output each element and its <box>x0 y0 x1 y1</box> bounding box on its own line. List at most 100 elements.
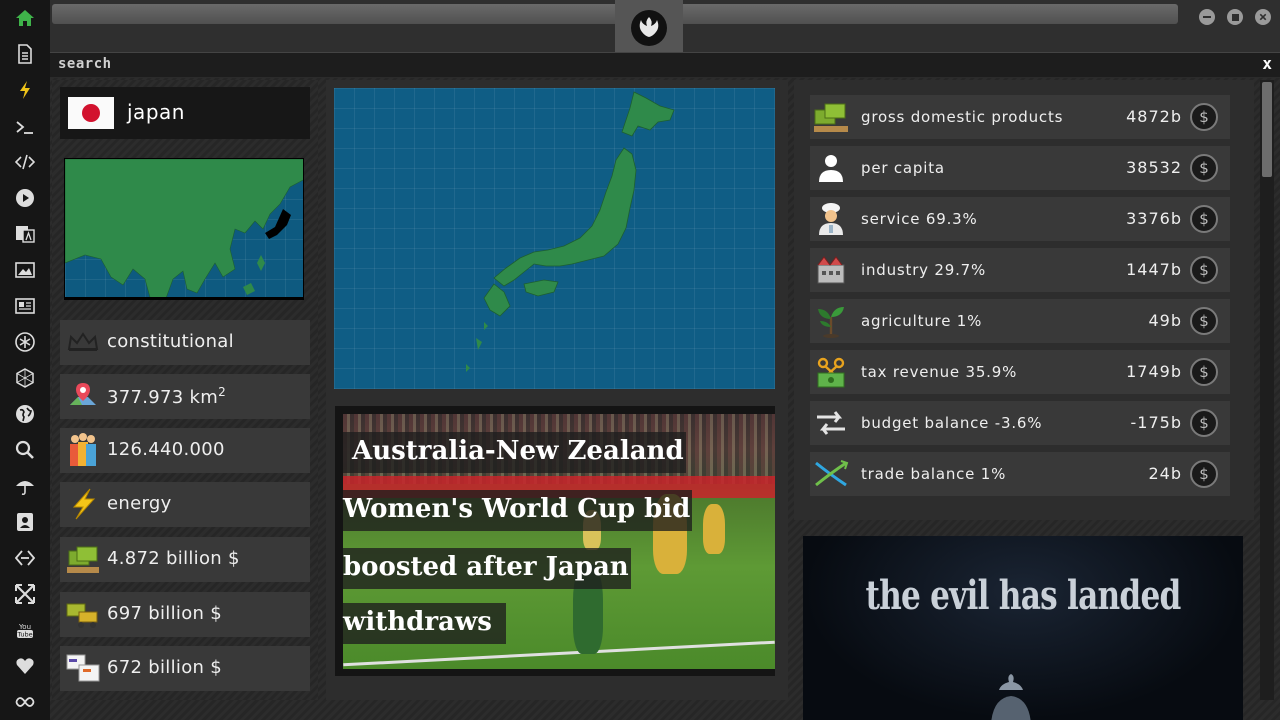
dollar-coin-icon[interactable]: $ <box>1190 103 1218 131</box>
home-icon[interactable] <box>13 6 37 30</box>
search-icon[interactable] <box>13 438 37 462</box>
asia-land-shape <box>65 159 303 297</box>
dollar-coin-icon[interactable]: $ <box>1190 358 1218 386</box>
globe-icon[interactable] <box>13 402 37 426</box>
news-headline-line-4[interactable]: withdraws <box>343 603 506 645</box>
scrollbar-thumb[interactable] <box>1262 82 1272 177</box>
crown-icon <box>64 324 102 360</box>
economy-row[interactable]: service 69.3% 3376b $ <box>810 197 1230 241</box>
hexagon-icon[interactable] <box>13 366 37 390</box>
economy-row[interactable]: budget balance -3.6% -175b $ <box>810 401 1230 445</box>
economy-label: agriculture 1% <box>861 312 983 330</box>
dollar-coin-icon[interactable]: $ <box>1190 307 1218 335</box>
expand-arrows-icon[interactable] <box>13 582 37 606</box>
economy-label: service 69.3% <box>861 210 978 228</box>
factory-icon <box>812 251 850 289</box>
economy-label: tax revenue 35.9% <box>861 363 1018 381</box>
infinity-icon[interactable] <box>13 690 37 714</box>
metric-2-row[interactable]: 697 billion $ <box>60 592 310 637</box>
search-label: search <box>58 56 112 72</box>
economy-scrollbar[interactable] <box>1260 80 1274 700</box>
news-headline-line-1[interactable]: Australia-New Zealand <box>343 432 686 474</box>
person-icon <box>812 149 850 187</box>
metric-2-text: 697 billion $ <box>107 603 223 624</box>
economy-value: 49b <box>1148 311 1182 330</box>
scissors-money-icon <box>812 353 850 391</box>
economy-row[interactable]: gross domestic products 4872b $ <box>810 95 1230 139</box>
newspaper-icon[interactable] <box>13 294 37 318</box>
code-icon[interactable] <box>13 150 37 174</box>
link-diamond-icon[interactable] <box>13 546 37 570</box>
promo-banner[interactable]: the evil has landed <box>803 536 1243 720</box>
close-window-button[interactable] <box>1255 9 1271 25</box>
terminal-icon[interactable] <box>13 115 37 139</box>
contact-card-icon[interactable] <box>13 510 37 534</box>
news-headline-line-2[interactable]: Women's World Cup bid <box>343 490 693 532</box>
economy-label: budget balance -3.6% <box>861 414 1043 432</box>
umbrella-icon[interactable] <box>13 474 37 498</box>
country-header[interactable]: japan <box>60 87 310 139</box>
document-icon[interactable] <box>13 42 37 66</box>
maximize-button[interactable] <box>1227 9 1243 25</box>
government-row[interactable]: constitutional <box>60 320 310 365</box>
money-pallet-icon <box>812 98 850 136</box>
dollar-coin-icon[interactable]: $ <box>1190 256 1218 284</box>
svg-text:Tube: Tube <box>16 631 32 639</box>
promo-title: the evil has landed <box>865 572 1181 619</box>
country-map[interactable] <box>334 88 775 389</box>
region-minimap[interactable] <box>64 158 304 300</box>
close-search-button[interactable]: x <box>1262 54 1272 73</box>
dollar-coin-icon[interactable]: $ <box>1190 460 1218 488</box>
area-text: 377.973 km2 <box>107 385 227 408</box>
news-headline-line-3[interactable]: boosted after Japan <box>343 548 631 590</box>
translate-icon[interactable] <box>13 222 37 246</box>
image-icon[interactable] <box>13 258 37 282</box>
economy-row[interactable]: industry 29.7% 1447b $ <box>810 248 1230 292</box>
people-group-icon <box>64 432 102 468</box>
rebel-emblem-icon <box>631 10 667 46</box>
economy-row[interactable]: agriculture 1% 49b $ <box>810 299 1230 343</box>
metric-3-row[interactable]: 672 billion $ <box>60 646 310 691</box>
search-bar[interactable]: search x <box>50 52 1280 77</box>
sector-row[interactable]: energy <box>60 482 310 527</box>
area-row[interactable]: 377.973 km2 <box>60 374 310 419</box>
dollar-coin-icon[interactable]: $ <box>1190 154 1218 182</box>
lightning-icon[interactable] <box>13 78 37 102</box>
balance-arrows-icon <box>812 404 850 442</box>
dollar-coin-icon[interactable]: $ <box>1190 205 1218 233</box>
country-name: japan <box>127 100 185 124</box>
economy-label: trade balance 1% <box>861 465 1007 483</box>
economy-value: -175b <box>1130 413 1182 432</box>
dollar-coin-icon[interactable]: $ <box>1190 409 1218 437</box>
youtube-icon[interactable]: You Tube <box>13 618 37 642</box>
government-text: constitutional <box>107 331 234 352</box>
population-row[interactable]: 126.440.000 <box>60 428 310 473</box>
economy-value: 1749b <box>1126 362 1182 381</box>
play-icon[interactable] <box>13 186 37 210</box>
trade-cross-icon <box>812 455 850 493</box>
japan-flag-icon <box>68 97 114 129</box>
economy-row[interactable]: per capita 38532 $ <box>810 146 1230 190</box>
heart-icon[interactable] <box>13 654 37 678</box>
economy-value: 4872b <box>1126 107 1182 126</box>
minimize-button[interactable] <box>1199 9 1215 25</box>
logo-tab[interactable] <box>615 0 683 52</box>
money-pallet-icon <box>64 541 102 577</box>
bird-statue-icon <box>991 674 1031 720</box>
economy-row[interactable]: tax revenue 35.9% 1749b $ <box>810 350 1230 394</box>
economy-value: 38532 <box>1126 158 1182 177</box>
japan-land-shape <box>466 91 675 372</box>
economy-row[interactable]: trade balance 1% 24b $ <box>810 452 1230 496</box>
lightning-bolt-icon <box>64 486 102 522</box>
shipping-boxes-icon <box>64 650 102 686</box>
map-pin-icon <box>64 378 102 414</box>
economy-label: gross domestic products <box>861 108 1064 126</box>
economy-value: 3376b <box>1126 209 1182 228</box>
economy-value: 24b <box>1148 464 1182 483</box>
sidebar: You Tube <box>0 0 50 720</box>
sprout-icon <box>812 302 850 340</box>
economy-label: industry 29.7% <box>861 261 987 279</box>
asterisk-icon[interactable] <box>13 330 37 354</box>
gdp-row[interactable]: 4.872 billion $ <box>60 537 310 582</box>
economy-label: per capita <box>861 159 945 177</box>
